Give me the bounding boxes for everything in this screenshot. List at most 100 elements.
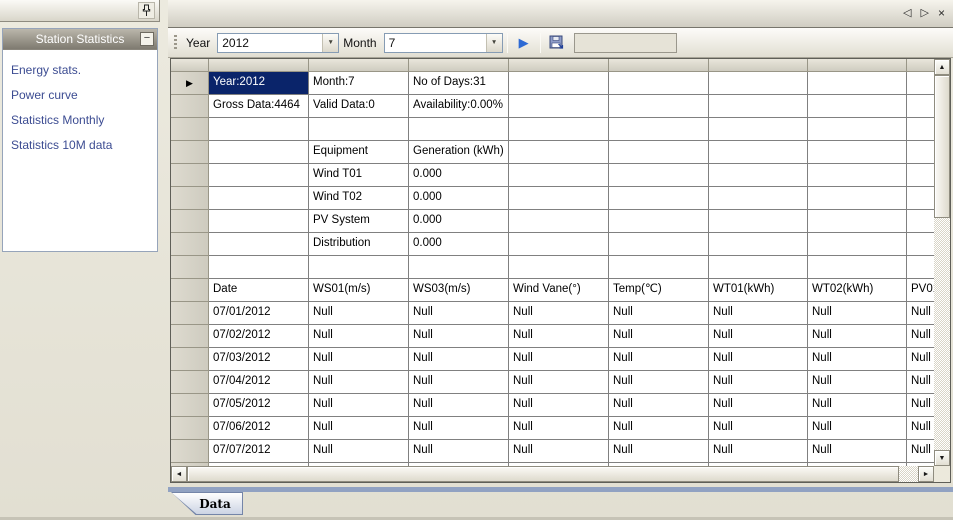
grid-cell[interactable]: Null	[409, 417, 509, 440]
run-query-button[interactable]: ▶	[512, 32, 536, 54]
row-header[interactable]	[171, 187, 209, 210]
scroll-right-icon[interactable]: ►	[918, 466, 934, 482]
grid-cell[interactable]	[709, 141, 808, 164]
grid-cell[interactable]: WT01(kWh)	[709, 279, 808, 302]
grid-cell[interactable]: Null	[609, 394, 709, 417]
grid-cell[interactable]: PV01(kWh)	[907, 279, 934, 302]
sidebar-item-power-curve[interactable]: Power curve	[3, 83, 157, 108]
grid-cell[interactable]	[609, 118, 709, 141]
grid-cell[interactable]: Wind Vane(°)	[509, 279, 609, 302]
grid-cell[interactable]: Null	[709, 440, 808, 463]
grid-cell[interactable]: 07/01/2012	[209, 302, 309, 325]
grid-cell[interactable]	[907, 141, 934, 164]
grid-cell[interactable]: Null	[509, 348, 609, 371]
grid-cell[interactable]	[509, 72, 609, 95]
grid-cell[interactable]: Null	[808, 325, 907, 348]
column-header[interactable]	[209, 59, 309, 72]
grid-cell[interactable]	[907, 187, 934, 210]
grid-cell[interactable]	[808, 141, 907, 164]
grid-cell[interactable]	[509, 95, 609, 118]
grid-cell[interactable]: Null	[907, 417, 934, 440]
grid-cell[interactable]: 0.000	[409, 164, 509, 187]
grid-cell[interactable]: Null	[808, 302, 907, 325]
row-header[interactable]: ▶	[171, 72, 209, 95]
grid-cell[interactable]: Date	[209, 279, 309, 302]
month-combobox[interactable]: 7 ▼	[384, 33, 503, 53]
grid-cell[interactable]: 07/04/2012	[209, 371, 309, 394]
column-header[interactable]	[409, 59, 509, 72]
grid-cell[interactable]: Null	[409, 440, 509, 463]
grid-cell[interactable]	[808, 210, 907, 233]
grid-cell[interactable]	[509, 256, 609, 279]
grid-cell[interactable]: Null	[509, 302, 609, 325]
row-header[interactable]	[171, 233, 209, 256]
grid-cell[interactable]: Month:7	[309, 72, 409, 95]
grid-cell[interactable]	[409, 118, 509, 141]
grid-cell[interactable]: Null	[609, 302, 709, 325]
grid-cell[interactable]	[709, 95, 808, 118]
grid-cell[interactable]: Null	[709, 302, 808, 325]
grid-cell[interactable]: Null	[309, 302, 409, 325]
row-header[interactable]	[171, 440, 209, 463]
scroll-tabs-left-icon[interactable]: ◁	[903, 7, 911, 20]
toolbar-textbox[interactable]	[574, 33, 677, 53]
data-view-tab[interactable]: Data	[171, 492, 243, 515]
sidebar-item-statistics-monthly[interactable]: Statistics Monthly	[3, 108, 157, 133]
horizontal-scrollbar-thumb[interactable]	[187, 466, 899, 482]
grid-cell[interactable]: Null	[808, 440, 907, 463]
row-header[interactable]	[171, 118, 209, 141]
grid-cell[interactable]	[509, 233, 609, 256]
grid-cell[interactable]: Null	[808, 371, 907, 394]
pin-icon[interactable]	[138, 2, 155, 19]
grid-cell[interactable]: Gross Data:4464	[209, 95, 309, 118]
grid-cell[interactable]: Null	[509, 394, 609, 417]
grid-cell[interactable]: 07/05/2012	[209, 394, 309, 417]
grid-cell[interactable]: Null	[907, 302, 934, 325]
grid-cell[interactable]: Null	[907, 394, 934, 417]
grid-cell[interactable]: Null	[609, 371, 709, 394]
scroll-tabs-right-icon[interactable]: ▷	[921, 7, 929, 20]
grid-cell[interactable]	[907, 164, 934, 187]
grid-cell[interactable]: Null	[309, 417, 409, 440]
grid-cell[interactable]	[509, 210, 609, 233]
vertical-scrollbar-thumb[interactable]	[934, 75, 950, 218]
grid-cell[interactable]	[209, 210, 309, 233]
grid-cell[interactable]: 07/02/2012	[209, 325, 309, 348]
grid-cell[interactable]	[808, 95, 907, 118]
grid-cell[interactable]: WS03(m/s)	[409, 279, 509, 302]
grid-cell[interactable]: Generation (kWh)	[409, 141, 509, 164]
column-header[interactable]	[509, 59, 609, 72]
grid-cell[interactable]: Wind T01	[309, 164, 409, 187]
grid-cell[interactable]	[209, 164, 309, 187]
column-header[interactable]	[609, 59, 709, 72]
grid-cell[interactable]: 07/06/2012	[209, 417, 309, 440]
year-dropdown-icon[interactable]: ▼	[322, 34, 338, 52]
grid-cell[interactable]	[907, 233, 934, 256]
grid-cell[interactable]	[907, 118, 934, 141]
grid-cell[interactable]: Null	[409, 325, 509, 348]
grid-cell[interactable]	[907, 210, 934, 233]
sidebar-item-statistics-10m-data[interactable]: Statistics 10M data	[3, 133, 157, 158]
row-header[interactable]	[171, 164, 209, 187]
collapse-panel-button[interactable]: −	[140, 32, 154, 46]
grid-cell[interactable]: Null	[509, 440, 609, 463]
row-header[interactable]	[171, 141, 209, 164]
grid-cell[interactable]: Wind T02	[309, 187, 409, 210]
grid-cell[interactable]: Null	[609, 440, 709, 463]
row-header[interactable]	[171, 95, 209, 118]
scroll-down-icon[interactable]: ▼	[934, 450, 950, 466]
close-tab-icon[interactable]: ×	[938, 7, 945, 20]
grid-cell[interactable]: No of Days:31	[409, 72, 509, 95]
grid-cell[interactable]: Null	[709, 325, 808, 348]
vertical-scrollbar[interactable]: ▲ ▼	[934, 59, 950, 466]
row-header[interactable]	[171, 348, 209, 371]
column-header[interactable]	[808, 59, 907, 72]
grid-cell[interactable]	[509, 118, 609, 141]
row-header[interactable]	[171, 279, 209, 302]
grid-cell[interactable]: WT02(kWh)	[808, 279, 907, 302]
grid-cell[interactable]	[309, 256, 409, 279]
grid-cell[interactable]: Null	[609, 417, 709, 440]
grid-cell[interactable]: Null	[409, 348, 509, 371]
row-header[interactable]	[171, 302, 209, 325]
grid-cell[interactable]	[609, 210, 709, 233]
